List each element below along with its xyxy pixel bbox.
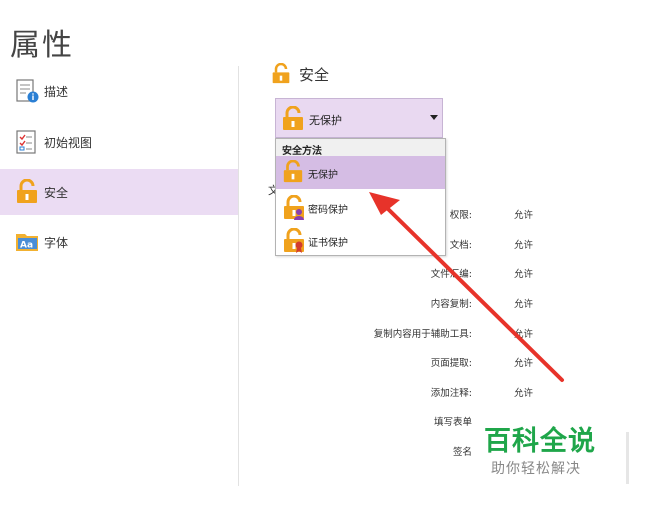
watermark-title: 百科全说 xyxy=(484,426,596,457)
scrollbar[interactable] xyxy=(626,432,629,484)
watermark-subtitle: 助你轻松解决 xyxy=(491,461,581,477)
